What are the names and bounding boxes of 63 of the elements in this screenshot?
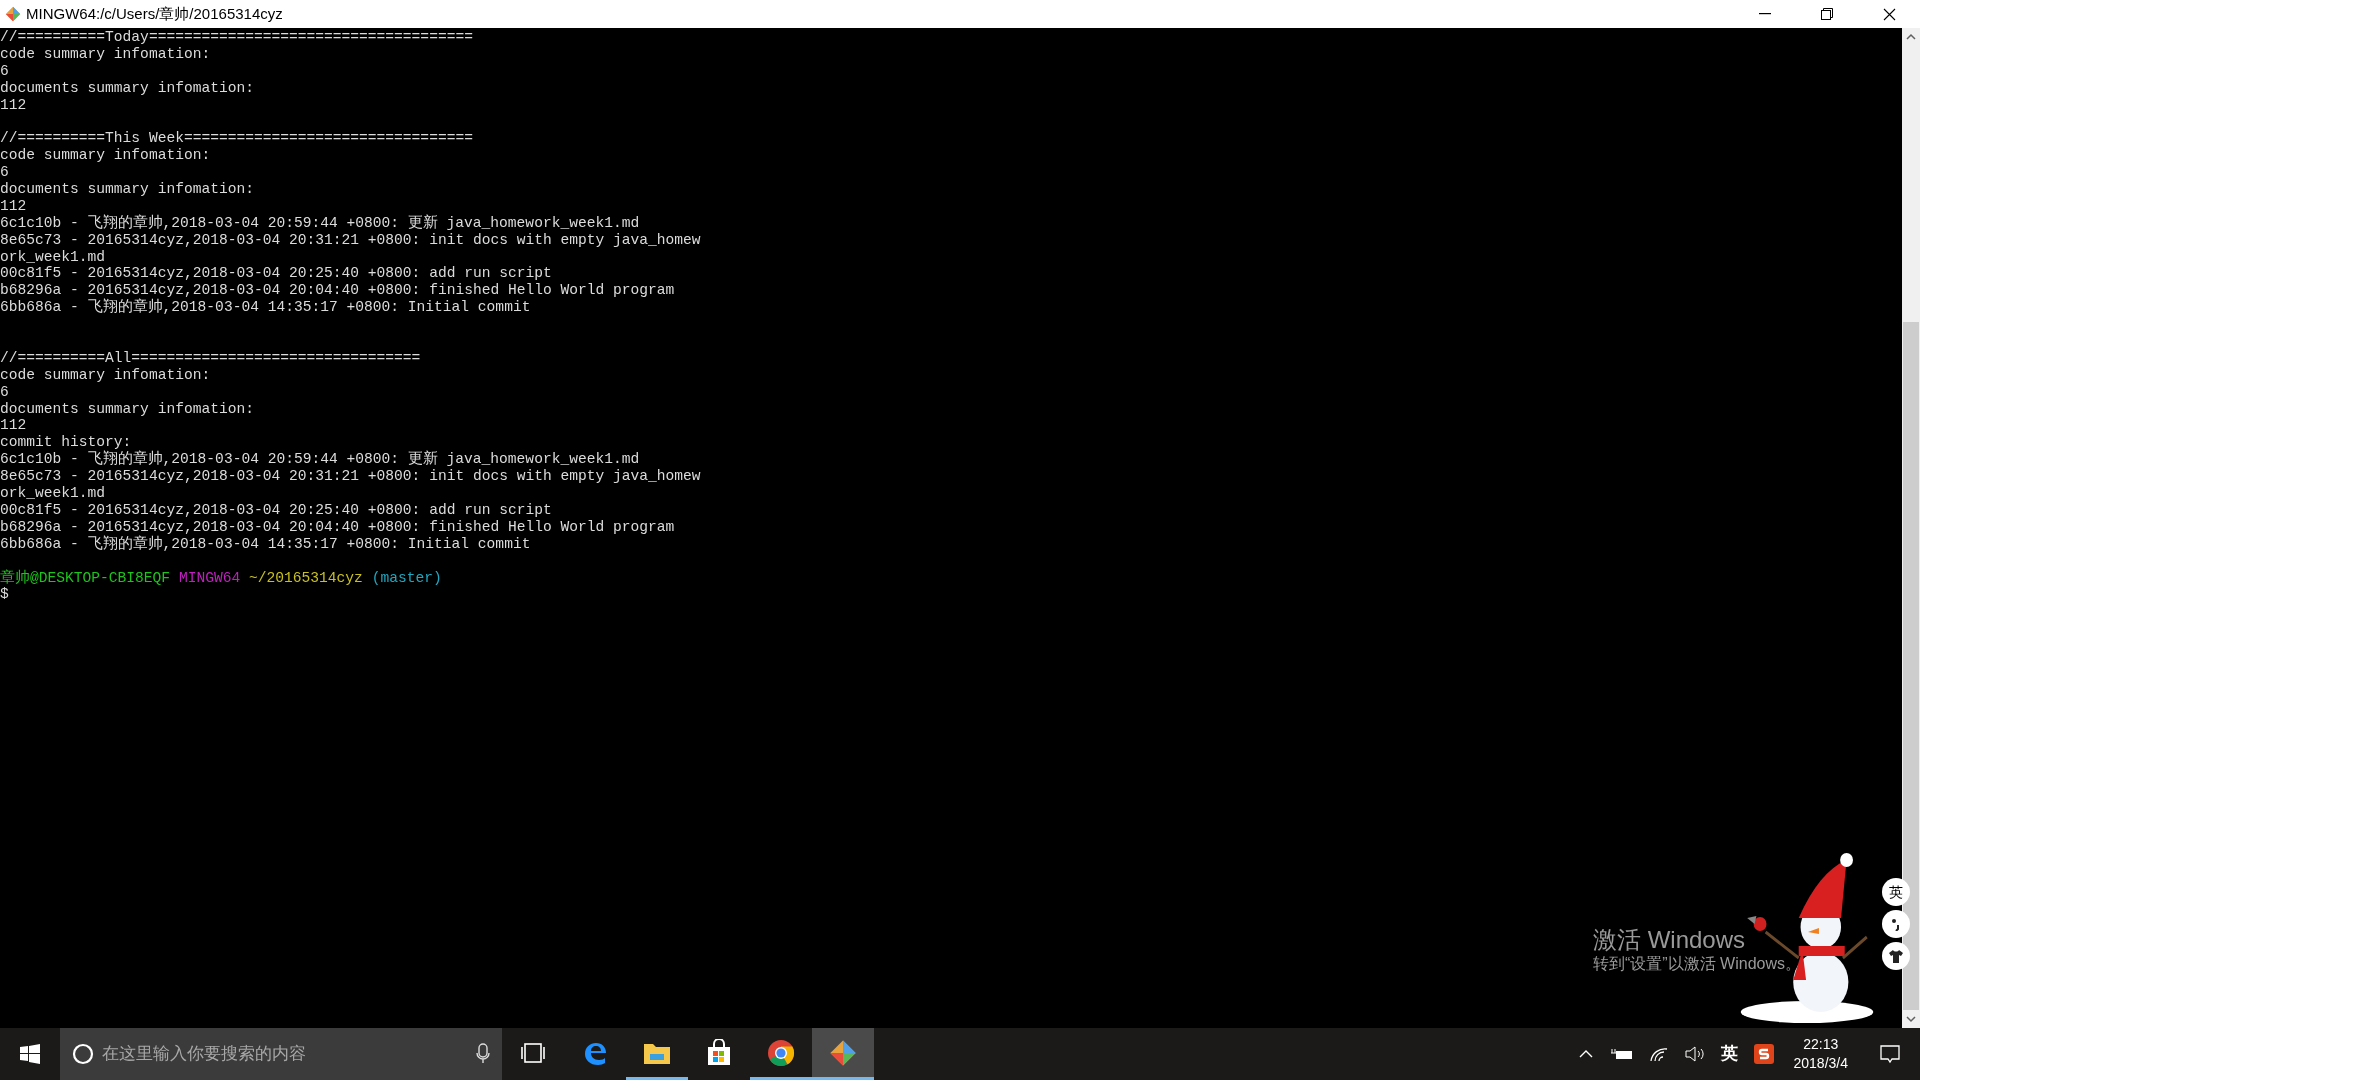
terminal-line: 6 [0, 164, 9, 181]
terminal-line: documents summary infomation: [0, 79, 254, 97]
clock-time: 22:13 [1803, 1035, 1839, 1054]
diamond-logo-icon [5, 6, 21, 22]
terminal-line: $ [0, 586, 9, 604]
terminal-line: code summary infomation: [0, 45, 211, 63]
clock[interactable]: 22:13 2018/3/4 [1781, 1035, 1860, 1073]
round-browser-icon [767, 1038, 795, 1067]
scrollbar[interactable] [1902, 28, 1920, 1028]
window-title: MINGW64:/c/Users/章帅/20165314cyz [26, 3, 283, 24]
battery-icon[interactable] [1610, 1048, 1633, 1060]
terminal-line: 112 [0, 96, 27, 114]
terminal-line: ork_week1.md [0, 248, 106, 266]
chevron-up-icon[interactable] [1578, 1049, 1593, 1059]
clock-date: 2018/3/4 [1793, 1054, 1848, 1073]
terminal-line: 6bb686a - 飞翔的章帅,2018-03-04 14:35:17 +0800: Initial commit [0, 299, 531, 317]
terminal-line: 00c81f5 - 20165314cyz,2018-03-04 20:25:40 +0800: add run script [0, 265, 552, 283]
input-language-indicator[interactable]: 英 [1720, 1041, 1738, 1067]
search-input[interactable]: 在这里输入你要搜索的内容 [102, 1041, 468, 1067]
terminal-line: commit history: [0, 434, 132, 451]
terminal-line: 00c81f5 - 20165314cyz,2018-03-04 20:25:40 +0800: add run script [0, 501, 552, 519]
terminal-line: //==========Today===================================== [0, 29, 473, 46]
prompt-text: ~/20165314cyz [249, 569, 363, 587]
terminal-line: //==========All================================= [0, 349, 421, 367]
microphone-icon [476, 1043, 490, 1065]
shirt-icon [1888, 949, 1904, 963]
scrollbar-thumb[interactable] [1903, 322, 1919, 1010]
search-field[interactable]: 在这里输入你要搜索的内容 [60, 1028, 502, 1080]
restore-icon [1821, 8, 1833, 20]
terminal-line: 6 [0, 383, 9, 401]
terminal-line: 8e65c73 - 20165314cyz,2018-03-04 20:31:21 +0800: init docs with empty java_homew [0, 231, 701, 249]
cortana-circle-icon [72, 1043, 94, 1065]
prompt-text: 章帅@DESKTOP-CBI8EQF [0, 569, 171, 587]
terminal-line: ork_week1.md [0, 485, 106, 502]
speaker-icon[interactable] [1684, 1046, 1705, 1062]
terminal-line: 6bb686a - 飞翔的章帅,2018-03-04 14:35:17 +0800: Initial commit [0, 535, 531, 553]
terminal-line: code summary infomation: [0, 366, 211, 384]
notification-icon[interactable] [1880, 1044, 1900, 1064]
windows-logo-icon [20, 1044, 40, 1064]
task-view-icon [520, 1041, 546, 1064]
activation-subtitle: 转到“设置”以激活 Windows。 [1593, 954, 1801, 974]
close-icon [1882, 7, 1896, 21]
terminal-line: 112 [0, 197, 27, 215]
punctuation-icon [1891, 917, 1901, 931]
terminal-line: 6c1c10b - 飞翔的章帅,2018-03-04 20:59:44 +0800: 更新 java_homework_week1.md [0, 214, 640, 232]
terminal-line: //==========This Week================================= [0, 130, 473, 148]
wifi-icon[interactable] [1648, 1046, 1669, 1062]
terminal-line: b68296a - 20165314cyz,2018-03-04 20:04:40 +0800: finished Hello World program [0, 518, 675, 535]
terminal-line: 112 [0, 417, 27, 435]
activation-title: 激活 Windows [1593, 926, 1747, 954]
diamond-logo-icon [829, 1038, 857, 1067]
terminal-line: b68296a - 20165314cyz,2018-03-04 20:04:40 +0800: finished Hello World program [0, 282, 675, 299]
terminal-line: documents summary infomation: [0, 181, 254, 198]
minimize-icon [1759, 13, 1771, 15]
terminal-line: 6 [0, 62, 9, 80]
prompt-text: (master) [371, 569, 442, 587]
terminal-line: documents summary infomation: [0, 400, 254, 418]
s-logo-icon[interactable] [1753, 1044, 1774, 1064]
terminal-line: 6c1c10b - 飞翔的章帅,2018-03-04 20:59:44 +0800: 更新 java_homework_week1.md [0, 451, 640, 469]
terminal-line: code summary infomation: [0, 147, 211, 165]
prompt-text: MINGW64 [178, 569, 241, 587]
terminal-line: 8e65c73 - 20165314cyz,2018-03-04 20:31:21 +0800: init docs with empty java_homew [0, 468, 701, 486]
shopping-bag-icon [705, 1038, 733, 1067]
